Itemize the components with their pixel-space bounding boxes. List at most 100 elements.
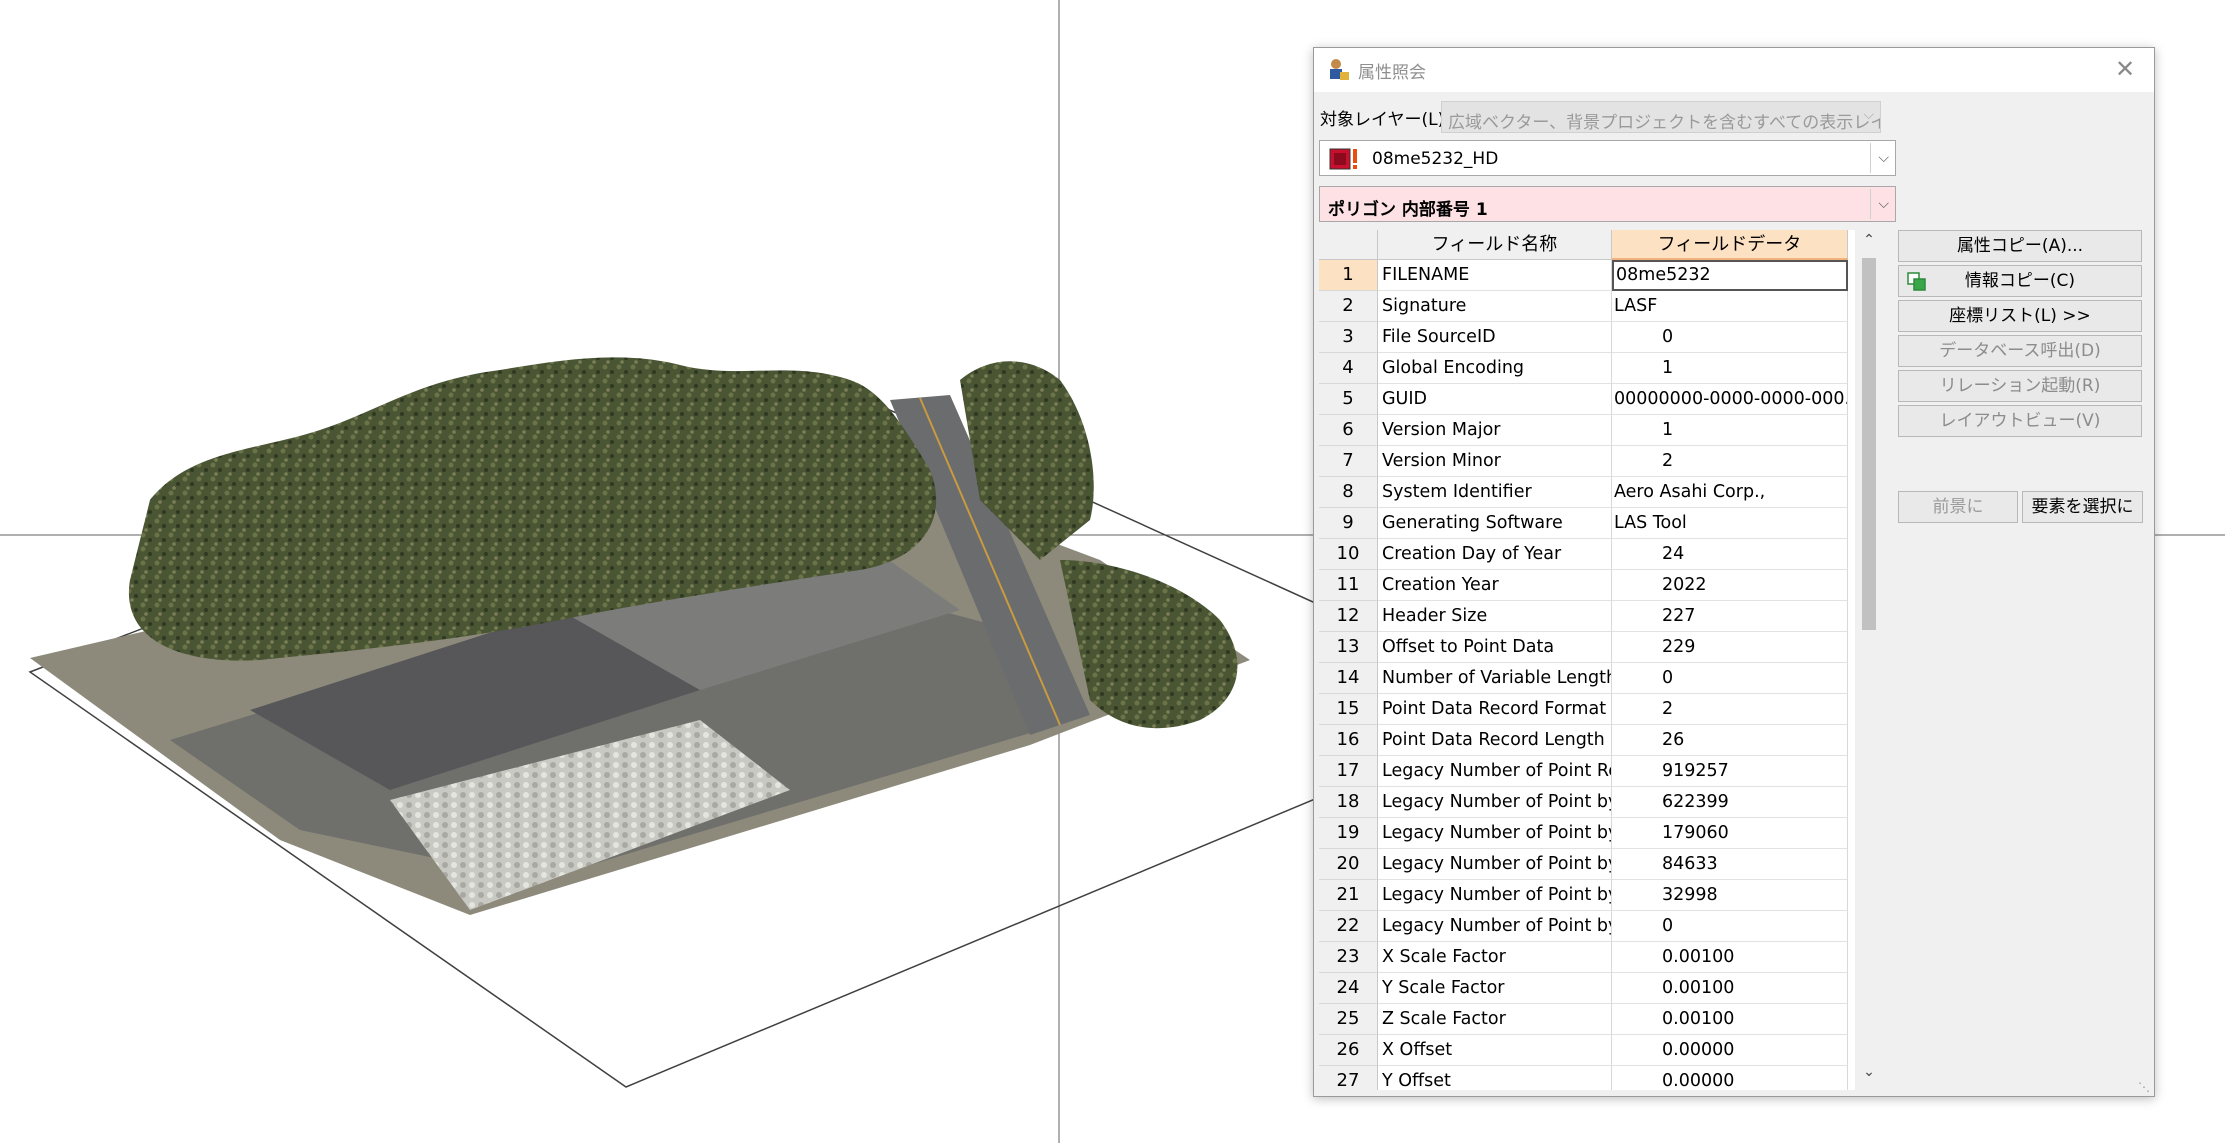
- row-number[interactable]: 18: [1319, 787, 1378, 818]
- row-number[interactable]: 8: [1319, 477, 1378, 508]
- row-number[interactable]: 20: [1319, 849, 1378, 880]
- table-row[interactable]: 27 Y Offset 0.00000: [1319, 1066, 1855, 1090]
- table-row[interactable]: 6 Version Major 1: [1319, 415, 1855, 446]
- row-number[interactable]: 26: [1319, 1035, 1378, 1066]
- row-number[interactable]: 9: [1319, 508, 1378, 539]
- field-data-header[interactable]: フィールドデータ: [1612, 230, 1848, 260]
- row-number[interactable]: 21: [1319, 880, 1378, 911]
- feature-select[interactable]: ポリゴン 内部番号 1 ⌵: [1319, 186, 1896, 222]
- row-number[interactable]: 14: [1319, 663, 1378, 694]
- chevron-down-icon[interactable]: ⌵: [1878, 150, 1889, 166]
- field-name-cell[interactable]: Signature: [1378, 291, 1612, 322]
- table-row[interactable]: 12 Header Size 227: [1319, 601, 1855, 632]
- field-data-cell[interactable]: 622399: [1612, 787, 1848, 818]
- row-number[interactable]: 22: [1319, 911, 1378, 942]
- field-name-cell[interactable]: Y Offset: [1378, 1066, 1612, 1090]
- field-name-cell[interactable]: Header Size: [1378, 601, 1612, 632]
- coordinate-list-button[interactable]: 座標リスト(L) >>: [1898, 300, 2142, 332]
- close-icon[interactable]: ✕: [2110, 54, 2140, 84]
- row-number[interactable]: 5: [1319, 384, 1378, 415]
- relation-launch-button[interactable]: リレーション起動(R): [1898, 370, 2142, 402]
- table-row[interactable]: 3 File SourceID 0: [1319, 322, 1855, 353]
- table-row[interactable]: 1 FILENAME 08me5232: [1319, 260, 1855, 291]
- table-row[interactable]: 16 Point Data Record Length 26: [1319, 725, 1855, 756]
- field-data-cell[interactable]: 24: [1612, 539, 1848, 570]
- field-name-cell[interactable]: Z Scale Factor: [1378, 1004, 1612, 1035]
- select-element-button[interactable]: 要素を選択に: [2022, 491, 2143, 523]
- field-data-cell[interactable]: 0.00100: [1612, 942, 1848, 973]
- field-data-cell[interactable]: 0.00000: [1612, 1035, 1848, 1066]
- field-data-cell[interactable]: 179060: [1612, 818, 1848, 849]
- field-name-cell[interactable]: Creation Year: [1378, 570, 1612, 601]
- row-number[interactable]: 1: [1319, 260, 1378, 291]
- field-name-cell[interactable]: Legacy Number of Point by: [1378, 787, 1612, 818]
- field-name-cell[interactable]: FILENAME: [1378, 260, 1612, 291]
- field-data-cell[interactable]: 08me5232: [1612, 260, 1848, 291]
- table-row[interactable]: 26 X Offset 0.00000: [1319, 1035, 1855, 1066]
- table-row[interactable]: 2 Signature LASF: [1319, 291, 1855, 322]
- row-number[interactable]: 2: [1319, 291, 1378, 322]
- field-data-cell[interactable]: 0: [1612, 663, 1848, 694]
- row-number[interactable]: 10: [1319, 539, 1378, 570]
- row-number[interactable]: 19: [1319, 818, 1378, 849]
- table-row[interactable]: 4 Global Encoding 1: [1319, 353, 1855, 384]
- field-name-cell[interactable]: Point Data Record Length: [1378, 725, 1612, 756]
- field-data-cell[interactable]: 32998: [1612, 880, 1848, 911]
- field-data-cell[interactable]: 0.00100: [1612, 1004, 1848, 1035]
- field-name-cell[interactable]: X Offset: [1378, 1035, 1612, 1066]
- field-name-cell[interactable]: GUID: [1378, 384, 1612, 415]
- table-row[interactable]: 5 GUID 00000000-0000-0000-000...: [1319, 384, 1855, 415]
- field-name-header[interactable]: フィールド名称: [1378, 230, 1612, 260]
- field-data-cell[interactable]: 0.00100: [1612, 973, 1848, 1004]
- table-row[interactable]: 21 Legacy Number of Point by 32998: [1319, 880, 1855, 911]
- field-name-cell[interactable]: Generating Software: [1378, 508, 1612, 539]
- row-number[interactable]: 17: [1319, 756, 1378, 787]
- field-name-cell[interactable]: Global Encoding: [1378, 353, 1612, 384]
- row-number[interactable]: 24: [1319, 973, 1378, 1004]
- field-data-cell[interactable]: 84633: [1612, 849, 1848, 880]
- field-data-cell[interactable]: LASF: [1612, 291, 1848, 322]
- row-number[interactable]: 12: [1319, 601, 1378, 632]
- resize-grip-icon[interactable]: ⋱: [2138, 1080, 2152, 1094]
- row-number[interactable]: 15: [1319, 694, 1378, 725]
- field-name-cell[interactable]: Version Minor: [1378, 446, 1612, 477]
- chevron-down-icon[interactable]: ⌵: [1878, 196, 1889, 212]
- scroll-up-icon[interactable]: ⌃: [1858, 232, 1880, 254]
- row-number[interactable]: 7: [1319, 446, 1378, 477]
- row-number[interactable]: 25: [1319, 1004, 1378, 1035]
- row-number[interactable]: 11: [1319, 570, 1378, 601]
- row-number[interactable]: 4: [1319, 353, 1378, 384]
- table-row[interactable]: 18 Legacy Number of Point by 622399: [1319, 787, 1855, 818]
- field-name-cell[interactable]: Legacy Number of Point by: [1378, 849, 1612, 880]
- field-data-cell[interactable]: 2022: [1612, 570, 1848, 601]
- table-row[interactable]: 17 Legacy Number of Point Rec 919257: [1319, 756, 1855, 787]
- database-call-button[interactable]: データベース呼出(D): [1898, 335, 2142, 367]
- table-row[interactable]: 20 Legacy Number of Point by 84633: [1319, 849, 1855, 880]
- field-data-cell[interactable]: 0: [1612, 322, 1848, 353]
- field-data-cell[interactable]: LAS Tool: [1612, 508, 1848, 539]
- table-row[interactable]: 11 Creation Year 2022: [1319, 570, 1855, 601]
- table-row[interactable]: 8 System Identifier Aero Asahi Corp.,: [1319, 477, 1855, 508]
- grid-scrollbar[interactable]: ⌃ ⌄: [1858, 230, 1880, 1090]
- row-number[interactable]: 27: [1319, 1066, 1378, 1090]
- field-data-cell[interactable]: 0: [1612, 911, 1848, 942]
- field-data-cell[interactable]: 1: [1612, 353, 1848, 384]
- dialog-titlebar[interactable]: 属性照会 ✕: [1314, 48, 2154, 92]
- copy-info-button[interactable]: 情報コピー(C): [1898, 265, 2142, 297]
- table-row[interactable]: 9 Generating Software LAS Tool: [1319, 508, 1855, 539]
- row-number[interactable]: 6: [1319, 415, 1378, 446]
- layer-select[interactable]: 08me5232_HD ⌵: [1319, 140, 1896, 176]
- table-row[interactable]: 10 Creation Day of Year 24: [1319, 539, 1855, 570]
- layout-view-button[interactable]: レイアウトビュー(V): [1898, 405, 2142, 437]
- scroll-thumb[interactable]: [1862, 258, 1876, 630]
- table-row[interactable]: 22 Legacy Number of Point by 0: [1319, 911, 1855, 942]
- field-data-cell[interactable]: 229: [1612, 632, 1848, 663]
- table-row[interactable]: 13 Offset to Point Data 229: [1319, 632, 1855, 663]
- field-name-cell[interactable]: X Scale Factor: [1378, 942, 1612, 973]
- field-data-cell[interactable]: 2: [1612, 446, 1848, 477]
- field-name-cell[interactable]: Offset to Point Data: [1378, 632, 1612, 663]
- field-name-cell[interactable]: System Identifier: [1378, 477, 1612, 508]
- field-data-cell[interactable]: 26: [1612, 725, 1848, 756]
- field-name-cell[interactable]: Creation Day of Year: [1378, 539, 1612, 570]
- field-data-cell[interactable]: 919257: [1612, 756, 1848, 787]
